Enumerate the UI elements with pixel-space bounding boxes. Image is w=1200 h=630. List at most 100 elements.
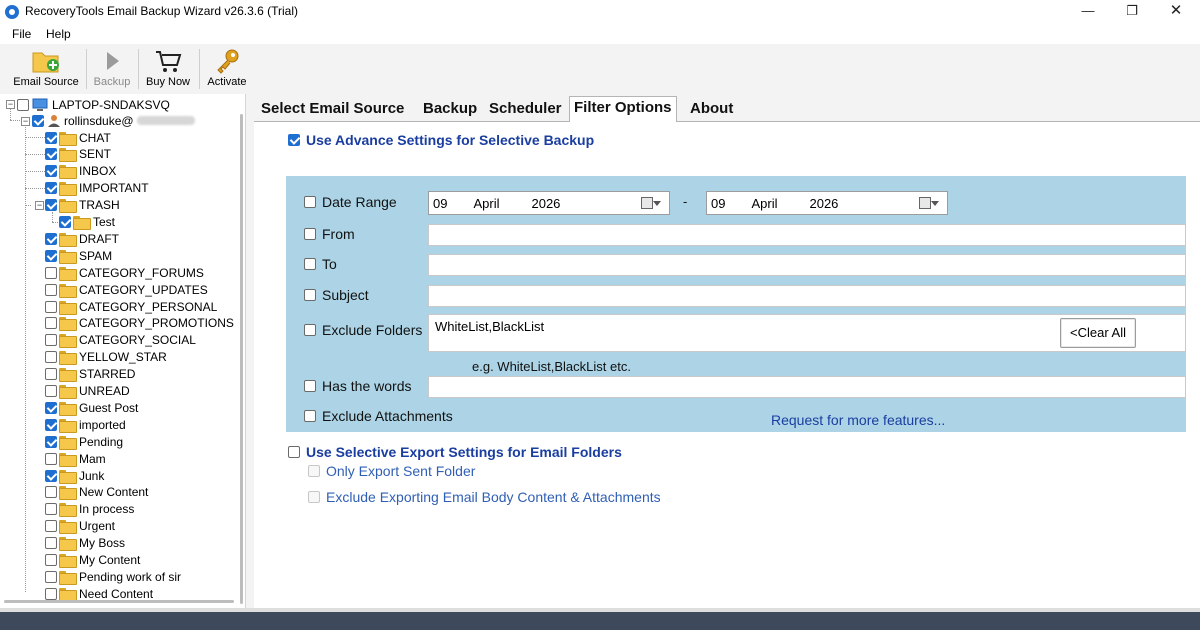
folder-checkbox[interactable] (45, 435, 57, 448)
tree-folder-item[interactable]: DRAFT (45, 230, 119, 247)
calendar-icon[interactable] (641, 197, 661, 209)
advance-settings-option[interactable]: Use Advance Settings for Selective Backu… (288, 132, 594, 148)
advance-settings-checkbox[interactable] (288, 134, 300, 146)
folder-checkbox[interactable] (45, 249, 57, 262)
tree-folder-item[interactable]: Mam (45, 450, 106, 467)
folder-checkbox[interactable] (45, 537, 57, 550)
tab-select-email-source[interactable]: Select Email Source (257, 98, 408, 120)
has-words-option[interactable]: Has the words (304, 378, 411, 394)
folder-checkbox[interactable] (45, 317, 57, 330)
tree-folder-item[interactable]: CHAT (45, 129, 111, 146)
tree-folder-item[interactable]: Pending work of sir (45, 568, 181, 585)
exclude-attachments-option[interactable]: Exclude Attachments (304, 408, 453, 424)
exclude-attachments-checkbox[interactable] (304, 410, 316, 422)
tree-folder-item[interactable]: SENT (45, 146, 111, 163)
tree-collapse-icon[interactable]: − (35, 200, 44, 210)
subject-checkbox[interactable] (304, 289, 316, 301)
date-from-picker[interactable]: 09 April 2026 (428, 191, 670, 215)
buy-now-button[interactable]: Buy Now (142, 46, 194, 92)
tree-folder-item[interactable]: YELLOW_STAR (45, 349, 167, 366)
date-range-option[interactable]: Date Range (304, 194, 397, 210)
tree-account[interactable]: rollinsduke@ (32, 112, 195, 129)
tree-folder-item[interactable]: Urgent (45, 518, 115, 535)
subject-option[interactable]: Subject (304, 287, 369, 303)
calendar-icon[interactable] (919, 197, 939, 209)
folder-checkbox[interactable] (45, 283, 57, 296)
from-checkbox[interactable] (304, 228, 316, 240)
folder-checkbox[interactable] (45, 503, 57, 516)
tree-folder-item[interactable]: CATEGORY_UPDATES (45, 281, 208, 298)
export-settings-option[interactable]: Use Selective Export Settings for Email … (288, 444, 622, 460)
tree-folder-item[interactable]: STARRED (45, 366, 135, 383)
tree-folder-item[interactable]: Junk (45, 467, 104, 484)
folder-checkbox[interactable] (45, 368, 57, 381)
exclude-folders-option[interactable]: Exclude Folders (304, 322, 422, 338)
folder-checkbox[interactable] (45, 570, 57, 583)
close-button[interactable]: ✕ (1154, 0, 1198, 24)
has-words-checkbox[interactable] (304, 380, 316, 392)
folder-checkbox[interactable] (45, 232, 57, 245)
folder-checkbox[interactable] (45, 266, 57, 279)
tree-folder-item[interactable]: imported (45, 416, 126, 433)
date-to-picker[interactable]: 09 April 2026 (706, 191, 948, 215)
tree-folder-item[interactable]: In process (45, 501, 134, 518)
tree-folder-item[interactable]: UNREAD (45, 383, 130, 400)
root-checkbox[interactable] (17, 98, 29, 111)
tree-horizontal-scrollbar[interactable] (4, 600, 234, 603)
tree-folder-item[interactable]: TRASH (45, 197, 120, 214)
tree-folder-item[interactable]: CATEGORY_PROMOTIONS (45, 315, 234, 332)
tree-folder-item[interactable]: Test (59, 214, 115, 231)
tab-filter-options[interactable]: Filter Options (569, 96, 677, 122)
tab-about[interactable]: About (686, 98, 737, 120)
folder-checkbox[interactable] (45, 469, 57, 482)
folder-checkbox[interactable] (45, 199, 57, 212)
folder-checkbox[interactable] (45, 587, 57, 600)
folder-checkbox[interactable] (45, 486, 57, 499)
tree-folder-item[interactable]: INBOX (45, 163, 116, 180)
request-features-link[interactable]: Request for more features... (771, 412, 945, 428)
tree-folder-item[interactable]: My Content (45, 552, 140, 569)
folder-tree-panel[interactable]: − LAPTOP-SNDAKSVQ − rollinsduke@ CHAT SEN… (0, 94, 246, 608)
folder-checkbox[interactable] (45, 165, 57, 178)
tree-collapse-icon[interactable]: − (6, 100, 15, 109)
tree-root-computer[interactable]: LAPTOP-SNDAKSVQ (17, 96, 170, 113)
exclude-body-checkbox[interactable] (308, 491, 320, 503)
folder-checkbox[interactable] (45, 182, 57, 195)
date-range-checkbox[interactable] (304, 196, 316, 208)
exclude-body-option[interactable]: Exclude Exporting Email Body Content & A… (308, 489, 661, 505)
tree-folder-item[interactable]: CATEGORY_FORUMS (45, 264, 204, 281)
tree-collapse-icon[interactable]: − (21, 117, 30, 126)
activate-button[interactable]: Activate (203, 46, 251, 92)
folder-checkbox[interactable] (59, 216, 71, 228)
tree-vertical-scrollbar[interactable] (240, 114, 243, 604)
email-source-button[interactable]: Email Source (8, 46, 84, 92)
folder-checkbox[interactable] (45, 351, 57, 364)
folder-checkbox[interactable] (45, 300, 57, 313)
tree-folder-item[interactable]: New Content (45, 484, 148, 501)
minimize-button[interactable]: — (1066, 0, 1110, 24)
tree-folder-item[interactable]: IMPORTANT (45, 180, 149, 197)
folder-checkbox[interactable] (45, 334, 57, 347)
has-words-input[interactable] (428, 376, 1186, 398)
menu-help[interactable]: Help (46, 27, 71, 41)
menu-file[interactable]: File (12, 27, 31, 41)
maximize-button[interactable]: ❐ (1110, 0, 1154, 24)
account-checkbox[interactable] (32, 114, 44, 127)
to-option[interactable]: To (304, 256, 337, 272)
subject-input[interactable] (428, 285, 1186, 307)
folder-checkbox[interactable] (45, 452, 57, 465)
folder-checkbox[interactable] (45, 131, 57, 144)
folder-checkbox[interactable] (45, 401, 57, 414)
from-input[interactable] (428, 224, 1186, 246)
to-input[interactable] (428, 254, 1186, 276)
tree-folder-item[interactable]: My Boss (45, 535, 125, 552)
tree-folder-item[interactable]: CATEGORY_SOCIAL (45, 332, 196, 349)
folder-checkbox[interactable] (45, 418, 57, 431)
tree-folder-item[interactable]: SPAM (45, 247, 112, 264)
folder-checkbox[interactable] (45, 385, 57, 397)
folder-checkbox[interactable] (45, 554, 57, 566)
tree-folder-item[interactable]: CATEGORY_PERSONAL (45, 298, 217, 315)
export-settings-checkbox[interactable] (288, 446, 300, 458)
from-option[interactable]: From (304, 226, 355, 242)
tree-folder-item[interactable]: Pending (45, 433, 123, 450)
